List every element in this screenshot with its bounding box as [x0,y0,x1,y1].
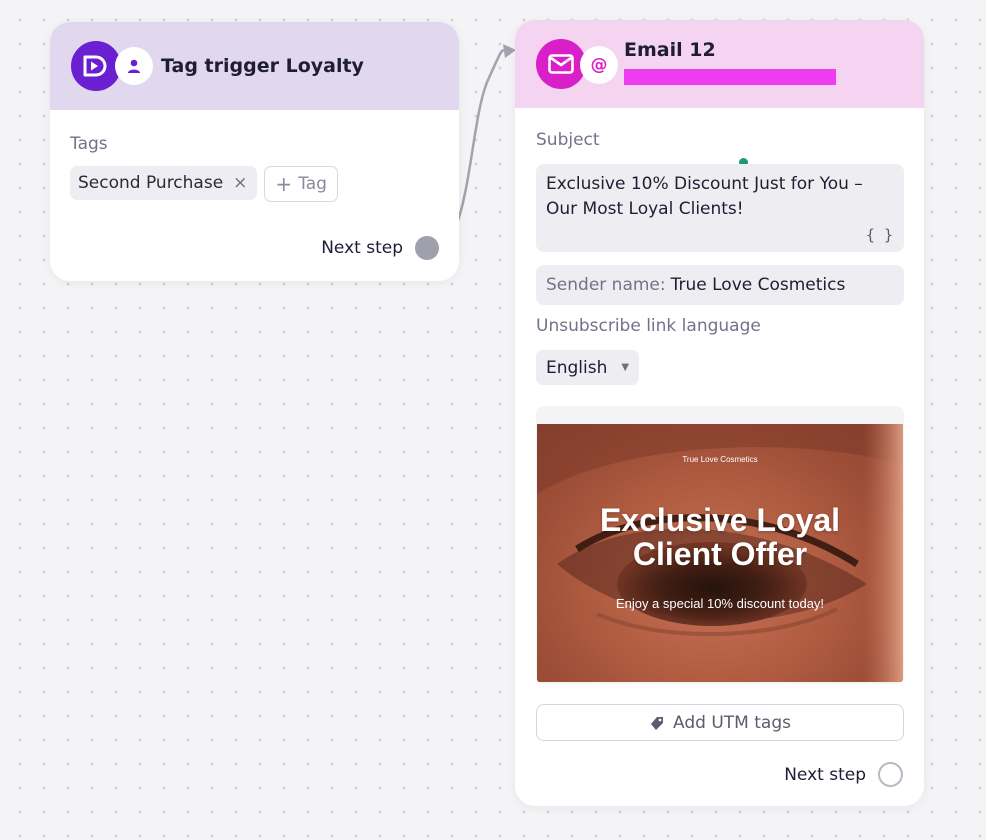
email-node-header[interactable]: @ Email 12 [515,20,924,108]
redacted-sender-email [624,69,836,85]
sender-name-field[interactable]: Sender name: True Love Cosmetics [536,265,904,305]
tag-chip-label: Second Purchase [78,173,224,193]
add-utm-tags-label: Add UTM tags [673,712,791,733]
envelope-icon [536,39,586,89]
remove-tag-icon[interactable]: × [233,173,247,193]
subject-label: Subject [536,130,600,150]
insert-variable-icon[interactable]: { } [866,226,893,244]
email-next-step: Next step [784,762,903,787]
trigger-node[interactable]: Tag trigger Loyalty Tags Second Purchase… [50,22,459,281]
preview-headline-line2: Client Offer [632,536,808,572]
sender-name-label: Sender name: [546,275,666,295]
language-select[interactable]: English ▼ [536,350,639,385]
unsubscribe-language-label: Unsubscribe link language [536,316,761,336]
trigger-node-title: Tag trigger Loyalty [161,55,364,77]
add-utm-tags-button[interactable]: Add UTM tags [536,704,904,741]
caret-down-icon: ▼ [621,362,630,373]
trigger-node-header[interactable]: Tag trigger Loyalty [50,22,459,110]
email-node[interactable]: @ Email 12 Subject Exclusive 10% Discoun… [515,20,924,806]
sender-name-value: True Love Cosmetics [670,275,846,295]
user-icon [115,47,153,85]
next-step-connector-handle[interactable] [415,236,439,260]
tags-label: Tags [70,134,108,154]
plus-icon: + [275,172,293,196]
subject-field[interactable]: Exclusive 10% Discount Just for You – Ou… [536,164,904,252]
subject-text: Exclusive 10% Discount Just for You – Ou… [546,174,863,219]
tag-icon [651,716,664,730]
tag-chip[interactable]: Second Purchase × [70,166,258,200]
email-preview[interactable]: True Love Cosmetics Exclusive Loyal Clie… [536,406,904,684]
next-step-label: Next step [784,764,866,785]
preview-headline: Exclusive Loyal Client Offer [537,503,903,571]
preview-headline-line1: Exclusive Loyal [599,502,841,538]
email-preview-image: True Love Cosmetics Exclusive Loyal Clie… [537,424,903,682]
preview-offer-text: Enjoy a special 10% discount today! [615,596,825,611]
next-step-connector-handle[interactable] [878,762,903,787]
add-tag-button[interactable]: + Tag [264,166,338,202]
tag-list: Second Purchase × + Tag [70,166,338,202]
language-value: English [546,357,608,378]
at-sign-icon: @ [580,46,618,84]
workflow-canvas[interactable]: Tag trigger Loyalty Tags Second Purchase… [0,0,986,840]
preview-brand: True Love Cosmetics [682,455,758,464]
next-step-label: Next step [321,238,403,258]
play-trigger-icon [71,41,121,91]
trigger-next-step: Next step [321,236,439,260]
email-node-title: Email 12 [624,39,716,61]
add-tag-label: Tag [298,174,327,194]
